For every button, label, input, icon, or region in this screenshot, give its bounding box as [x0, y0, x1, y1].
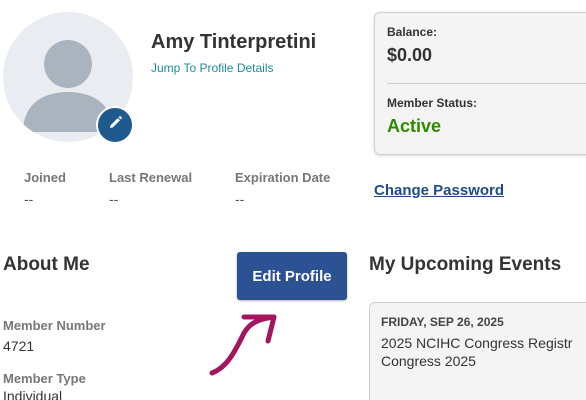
pencil-icon: [107, 115, 123, 136]
balance-label: Balance:: [387, 25, 438, 39]
joined-label: Joined: [24, 170, 66, 185]
expiration-label: Expiration Date: [235, 170, 331, 185]
last-renewal-label: Last Renewal: [109, 170, 193, 185]
change-password-link[interactable]: Change Password: [374, 182, 504, 199]
member-name: Amy Tinterpretini: [151, 31, 317, 53]
balance-value: $0.00: [387, 45, 433, 65]
balance-card: Balance: $0.00 Member Status: Active: [374, 12, 586, 155]
member-type-value: Individual: [3, 388, 63, 400]
jump-to-profile-details-link[interactable]: Jump To Profile Details: [151, 61, 274, 75]
member-number-label: Member Number: [3, 318, 106, 333]
last-renewal-value: --: [109, 191, 119, 207]
card-divider: [387, 83, 586, 84]
event-date: FRIDAY, SEP 26, 2025: [381, 315, 504, 329]
member-status-label: Member Status:: [387, 96, 478, 110]
member-profile-page: Amy Tinterpretini Jump To Profile Detail…: [0, 0, 586, 400]
upcoming-events-heading: My Upcoming Events: [369, 254, 562, 275]
about-me-heading: About Me: [3, 254, 90, 275]
joined-value: --: [24, 191, 34, 207]
member-type-label: Member Type: [3, 371, 86, 386]
edit-profile-button[interactable]: Edit Profile: [237, 252, 347, 300]
last-renewal-date: Last Renewal --: [109, 170, 192, 207]
member-status-value: Active: [387, 116, 442, 136]
expiration-value: --: [235, 191, 245, 207]
expiration-date: Expiration Date --: [235, 170, 330, 207]
member-number-value: 4721: [3, 338, 35, 354]
annotation-arrow-icon: [200, 305, 290, 390]
avatar: [3, 12, 134, 144]
edit-avatar-button[interactable]: [96, 106, 134, 144]
event-title[interactable]: 2025 NCIHC Congress Registr Congress 202…: [381, 334, 586, 370]
event-card[interactable]: FRIDAY, SEP 26, 2025 2025 NCIHC Congress…: [369, 302, 586, 400]
joined-date: Joined --: [24, 170, 66, 207]
